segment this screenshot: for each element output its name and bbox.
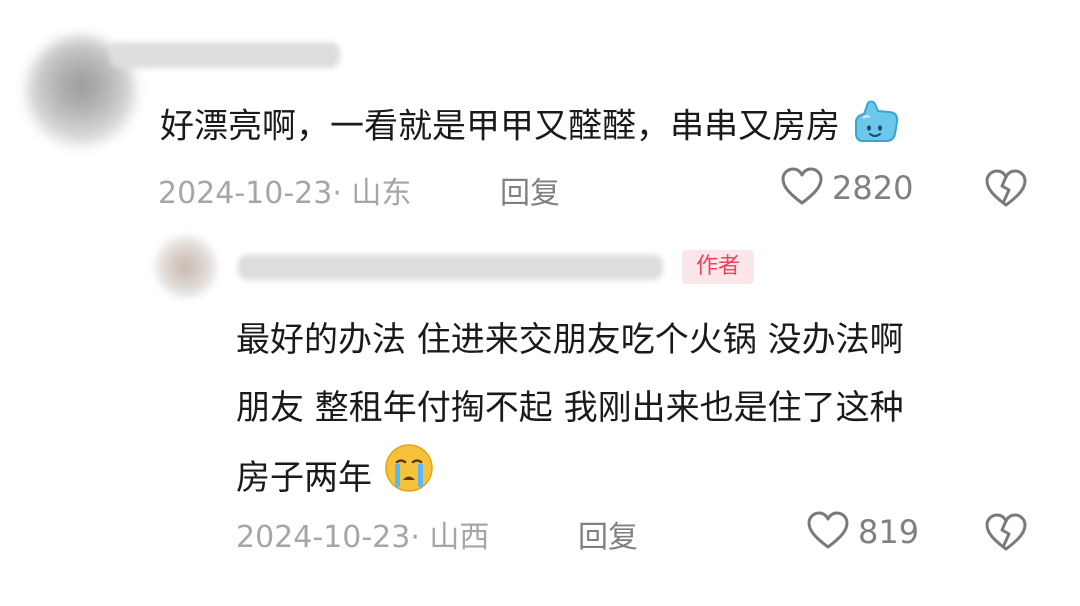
heart-icon (780, 166, 824, 210)
like-count: 2820 (832, 169, 914, 207)
commenter-username-blurred[interactable] (110, 42, 340, 68)
reply-text-line: 最好的办法 住进来交朋友吃个火锅 没办法啊 (236, 320, 904, 360)
author-username-blurred[interactable] (238, 254, 663, 280)
like-button[interactable]: 819 (806, 510, 919, 554)
like-button[interactable]: 2820 (780, 166, 913, 210)
author-badge: 作者 (682, 250, 755, 284)
reply-text: 最好的办法 住进来交朋友吃个火锅 没办法啊 朋友 整租年付掏不起 我刚出来也是住… (236, 306, 1056, 517)
reply-button[interactable]: 回复 (578, 512, 638, 556)
comment-text: 好漂亮啊，一看就是甲甲又醛醛，串串又房房 (160, 98, 909, 158)
broken-heart-icon (984, 169, 1028, 212)
reply-text-line: 房子两年 (236, 442, 1056, 517)
reply-button[interactable]: 回复 (500, 168, 560, 212)
crying-face-icon (383, 442, 435, 517)
broken-heart-icon (984, 513, 1028, 556)
thumbs-up-blob-icon (851, 98, 909, 158)
dislike-button[interactable] (984, 168, 1028, 212)
like-count: 819 (858, 513, 920, 551)
dislike-button[interactable] (984, 512, 1028, 556)
reply-text-line: 朋友 整租年付掏不起 我刚出来也是住了这种 (236, 388, 904, 428)
author-avatar[interactable] (155, 236, 217, 298)
reply-text-line-body: 房子两年 (236, 458, 372, 498)
heart-icon (806, 510, 850, 554)
comment-date-location: 2024-10-23· 山东 (158, 176, 412, 211)
reply-date-location: 2024-10-23· 山西 (236, 520, 490, 555)
comment-text-body: 好漂亮啊，一看就是甲甲又醛醛，串串又房房 (160, 106, 840, 147)
